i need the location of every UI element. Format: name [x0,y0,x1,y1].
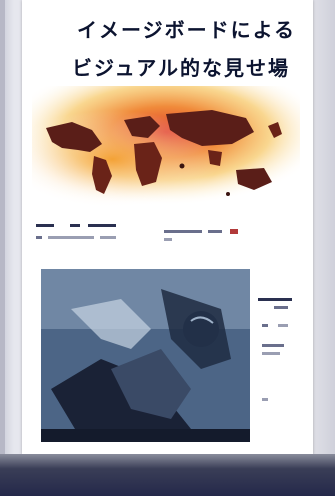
page-headline-line-2: ビジュアル的な見せ場 [72,56,290,80]
document-page: イメージボードによる ビジュアル的な見せ場 [22,0,313,455]
side-annotation-text [258,298,292,401]
character-sketch-photo [41,269,250,442]
frame-edge [0,0,5,496]
heat-map-world-image [32,86,300,208]
page-headline-line-1: イメージボードによる [77,18,296,42]
bottom-border [0,454,335,496]
caption-text-block [36,224,238,241]
screen: イメージボードによる ビジュアル的な見せ場 [0,0,335,496]
